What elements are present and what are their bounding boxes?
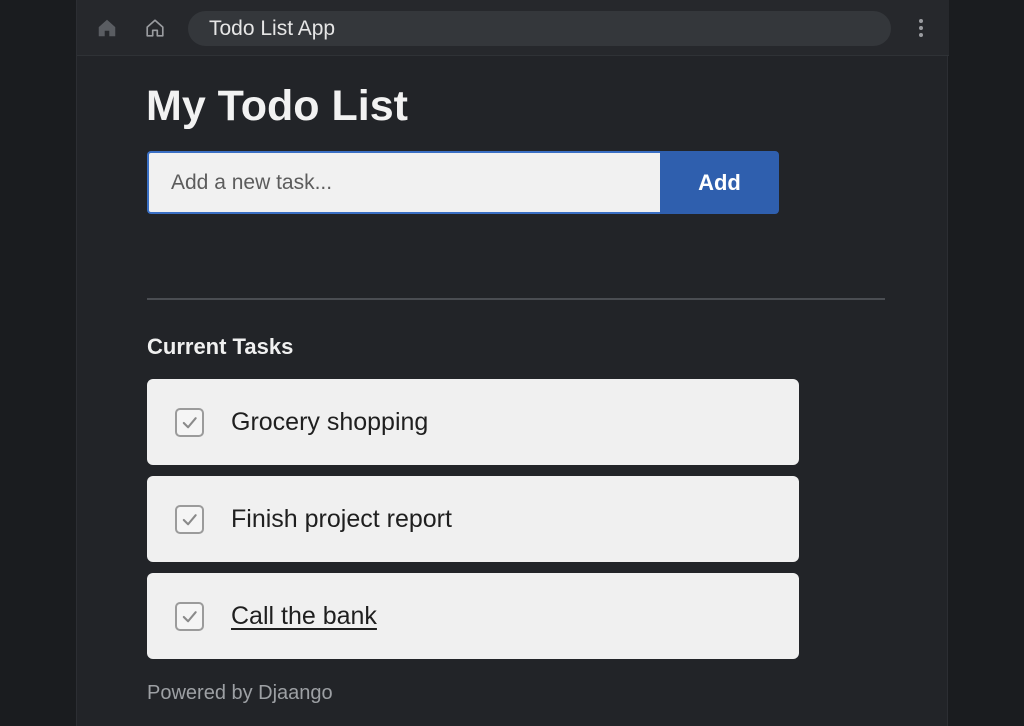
task-item: Finish project report [147, 476, 799, 562]
section-divider [147, 298, 885, 300]
address-bar[interactable]: Todo List App [188, 11, 891, 46]
home-icon[interactable] [95, 16, 119, 40]
add-task-button[interactable]: Add [660, 151, 779, 214]
browser-window: Todo List App My Todo List Add Current T… [76, 0, 949, 726]
check-icon [182, 514, 197, 526]
check-icon [182, 611, 197, 623]
task-item: Grocery shopping [147, 379, 799, 465]
home-outline-icon[interactable] [143, 16, 167, 40]
task-checkbox[interactable] [175, 505, 204, 534]
more-vertical-icon[interactable] [913, 16, 929, 40]
task-label[interactable]: Call the bank [231, 600, 377, 632]
current-tasks-heading: Current Tasks [147, 334, 294, 359]
new-task-input[interactable] [147, 151, 660, 214]
right-backdrop [948, 0, 1024, 726]
left-backdrop [0, 0, 76, 726]
task-checkbox[interactable] [175, 602, 204, 631]
check-icon [182, 417, 197, 429]
task-item: Call the bank [147, 573, 799, 659]
task-checkbox[interactable] [175, 408, 204, 437]
task-list: Grocery shopping Finish project report C… [147, 379, 799, 670]
browser-toolbar: Todo List App [77, 0, 949, 56]
page-title: My Todo List [146, 82, 408, 130]
task-label[interactable]: Grocery shopping [231, 406, 428, 438]
task-label[interactable]: Finish project report [231, 503, 452, 535]
footer-credit: Powered by Djaango [147, 682, 333, 704]
